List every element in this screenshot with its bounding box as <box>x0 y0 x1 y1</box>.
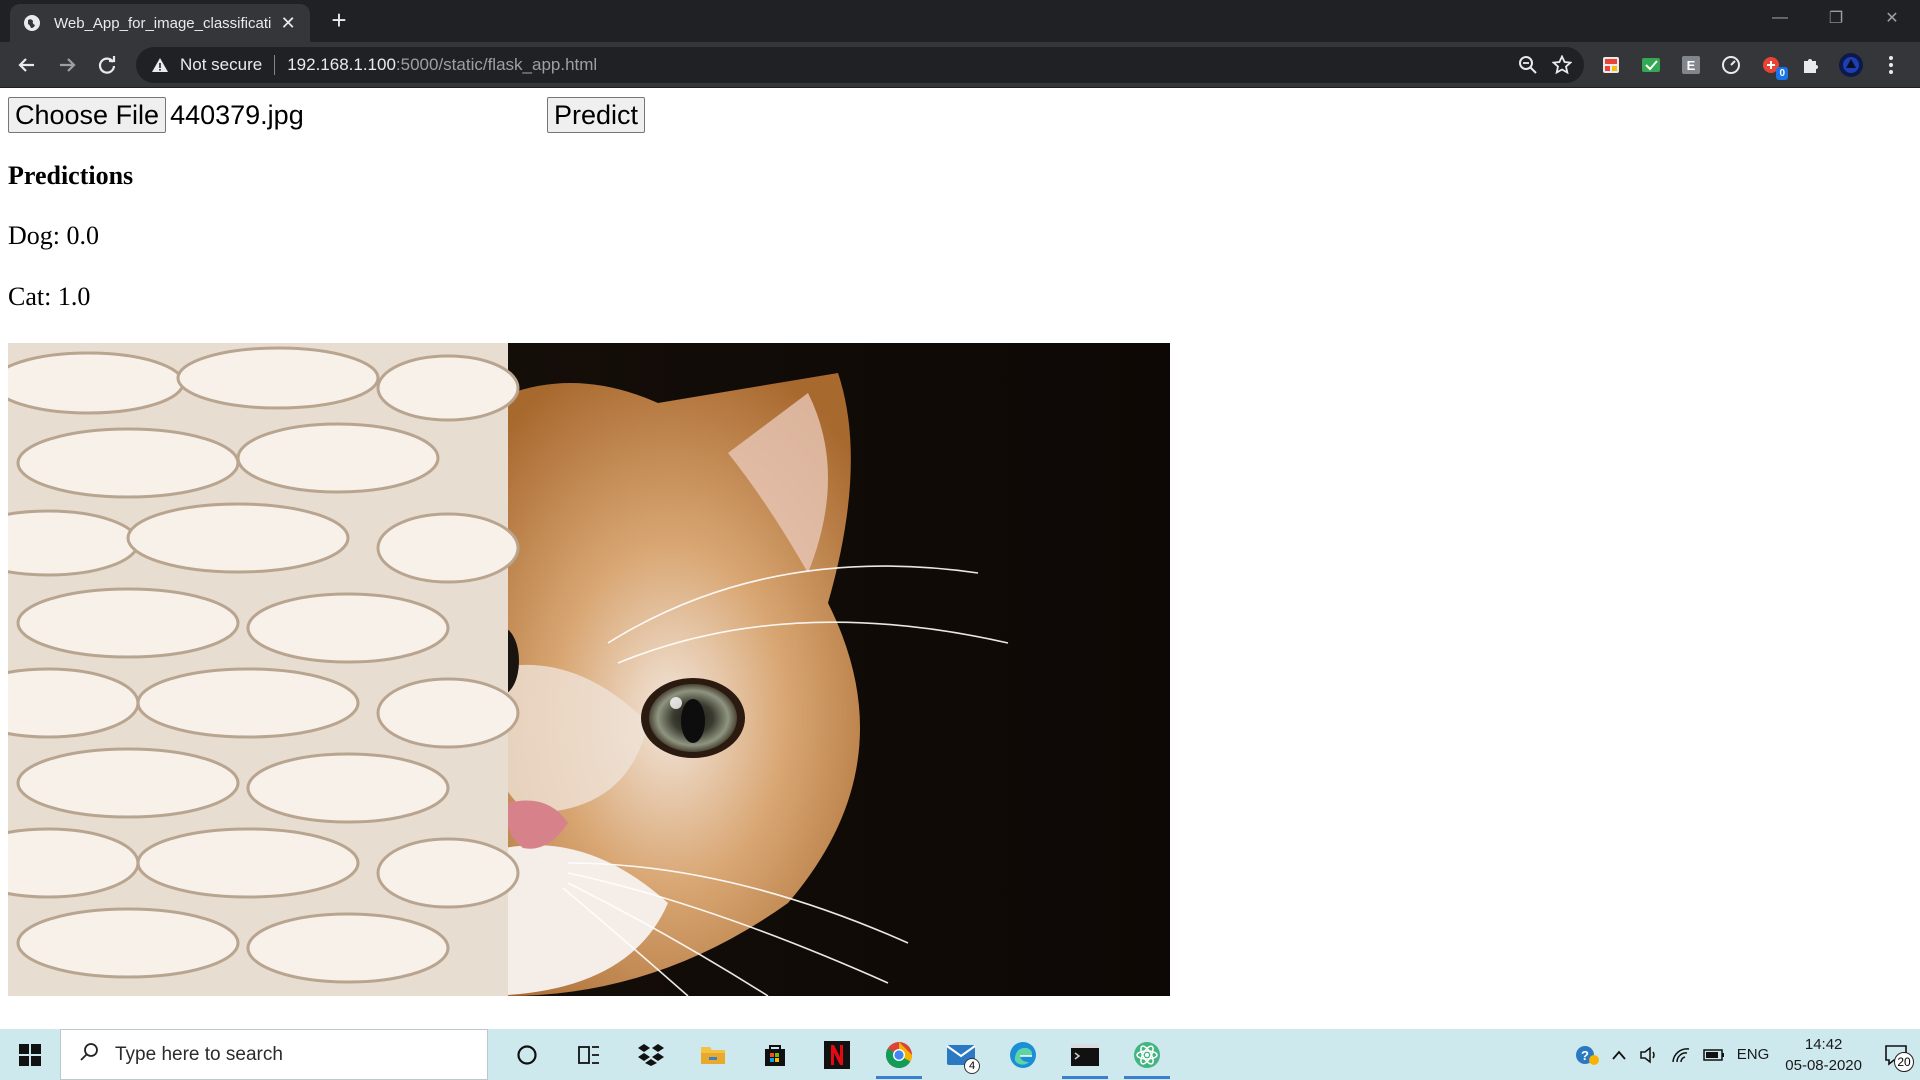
volume-icon[interactable] <box>1633 1029 1665 1080</box>
new-tab-icon[interactable]: + <box>326 7 352 34</box>
extensions-bar: E 0 <box>1596 50 1906 80</box>
windows-taskbar: Type here to search 4 ? ENG 14:42 05-08-… <box>0 1029 1920 1080</box>
terminal-icon[interactable] <box>1054 1029 1116 1080</box>
atom-app-icon[interactable] <box>1116 1029 1178 1080</box>
warning-triangle-icon[interactable] <box>150 55 170 75</box>
ext-badge-count: 0 <box>1776 67 1788 80</box>
notification-count: 20 <box>1894 1052 1914 1072</box>
ext-green-check-icon[interactable] <box>1636 50 1666 80</box>
cat-prediction: Cat: 1.0 <box>8 282 91 311</box>
wifi-icon[interactable] <box>1665 1029 1697 1080</box>
url-path: :5000/static/flask_app.html <box>395 55 598 74</box>
clock-date: 05-08-2020 <box>1785 1056 1862 1074</box>
browser-toolbar: Not secure 192.168.1.100:5000/static/fla… <box>0 42 1920 88</box>
tab-close-icon[interactable]: ✕ <box>278 13 298 33</box>
omnibox-divider <box>274 55 276 75</box>
netflix-icon[interactable] <box>806 1029 868 1080</box>
bookmark-star-icon[interactable] <box>1551 54 1573 80</box>
restore-icon[interactable]: ❐ <box>1808 0 1864 36</box>
ext-e-icon[interactable]: E <box>1676 50 1706 80</box>
choose-file-button[interactable]: Choose File <box>8 97 167 133</box>
search-placeholder: Type here to search <box>115 1043 283 1065</box>
uploaded-cat-image <box>8 343 1170 996</box>
globe-icon <box>22 13 42 33</box>
dropbox-icon[interactable] <box>620 1029 682 1080</box>
ext-red-icon[interactable] <box>1596 50 1626 80</box>
battery-icon[interactable] <box>1697 1029 1731 1080</box>
profile-avatar-icon[interactable] <box>1836 50 1866 80</box>
close-window-icon[interactable]: ✕ <box>1864 0 1920 36</box>
web-page: Choose File 440379.jpg Predict Predictio… <box>0 89 1920 1029</box>
dog-prediction: Dog: 0.0 <box>8 221 99 250</box>
cortana-icon[interactable] <box>496 1029 558 1080</box>
url-text[interactable]: 192.168.1.100:5000/static/flask_app.html <box>287 55 597 75</box>
clock-time: 14:42 <box>1804 1035 1843 1053</box>
omnibox-actions <box>1518 54 1573 80</box>
chevron-up-icon[interactable] <box>1605 1029 1633 1080</box>
url-host: 192.168.1.100 <box>287 55 396 74</box>
taskbar-search-box[interactable]: Type here to search <box>60 1029 488 1080</box>
back-arrow-icon[interactable] <box>12 50 42 80</box>
predictions-heading: Predictions <box>8 161 134 190</box>
minimize-icon[interactable]: — <box>1752 0 1808 36</box>
selected-file-name: 440379.jpg <box>170 99 304 130</box>
window-controls: — ❐ ✕ <box>1752 0 1920 42</box>
browser-tab[interactable]: Web_App_for_image_classificatio ✕ <box>10 4 310 42</box>
taskbar-apps: 4 <box>496 1029 1178 1080</box>
mail-badge: 4 <box>964 1058 980 1074</box>
windows-start-icon[interactable] <box>0 1029 60 1080</box>
edge-icon[interactable] <box>992 1029 1054 1080</box>
mail-icon[interactable]: 4 <box>930 1029 992 1080</box>
search-icon <box>79 1042 99 1067</box>
zoom-icon[interactable] <box>1518 55 1538 80</box>
ext-red-badge-icon[interactable]: 0 <box>1756 50 1788 80</box>
puzzle-icon[interactable] <box>1796 50 1826 80</box>
task-view-icon[interactable] <box>558 1029 620 1080</box>
security-label[interactable]: Not secure <box>180 55 262 75</box>
predict-button[interactable]: Predict <box>547 97 646 133</box>
ext-e-letter: E <box>1686 57 1696 73</box>
browser-tab-strip: Web_App_for_image_classificatio ✕ + — ❐ … <box>0 0 1920 42</box>
taskbar-clock[interactable]: 14:42 05-08-2020 <box>1775 1034 1872 1076</box>
ext-speed-icon[interactable] <box>1716 50 1746 80</box>
address-bar[interactable]: Not secure 192.168.1.100:5000/static/fla… <box>136 47 1584 83</box>
help-icon[interactable]: ? <box>1569 1029 1605 1080</box>
forward-arrow-icon[interactable] <box>52 50 82 80</box>
system-tray: ? ENG 14:42 05-08-2020 20 <box>1569 1029 1920 1080</box>
chrome-icon[interactable] <box>868 1029 930 1080</box>
notification-center-icon[interactable]: 20 <box>1872 1029 1920 1080</box>
microsoft-store-icon[interactable] <box>744 1029 806 1080</box>
browser-menu-icon[interactable] <box>1876 50 1906 80</box>
svg-text:?: ? <box>1581 1048 1589 1063</box>
language-indicator[interactable]: ENG <box>1731 1029 1776 1080</box>
reload-icon[interactable] <box>92 50 122 80</box>
file-explorer-icon[interactable] <box>682 1029 744 1080</box>
file-input: Choose File 440379.jpg <box>8 97 304 133</box>
tab-title: Web_App_for_image_classificatio <box>54 14 273 32</box>
